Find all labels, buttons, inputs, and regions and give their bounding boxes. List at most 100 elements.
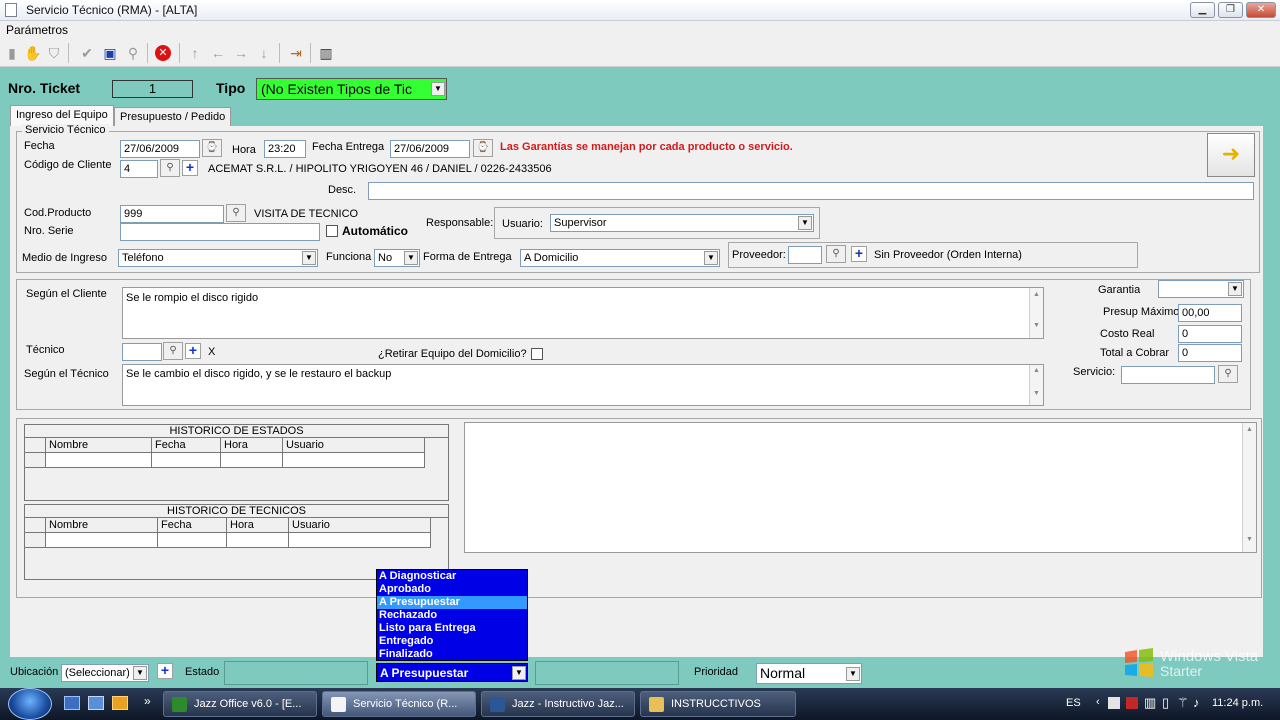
save-icon[interactable]: ▣: [101, 44, 119, 62]
wifi-icon[interactable]: ⚚: [1177, 695, 1189, 711]
search-icon[interactable]: ⚲: [826, 245, 846, 263]
shield-icon[interactable]: ⛉: [45, 44, 63, 62]
hora-field[interactable]: 23:20: [264, 140, 306, 158]
tipo-select[interactable]: (No Existen Tipos de Tic ▼: [256, 78, 447, 100]
usuario-select[interactable]: Supervisor ▼: [550, 214, 814, 232]
start-button[interactable]: [8, 688, 52, 720]
show-desktop-icon[interactable]: [64, 696, 80, 710]
clear-tecnico-button[interactable]: X: [208, 346, 215, 358]
search-icon[interactable]: ⚲: [160, 159, 180, 177]
dropdown-option[interactable]: Listo para Entrega: [377, 622, 527, 635]
calendar-icon[interactable]: ⌚: [202, 139, 222, 157]
desc-field[interactable]: [368, 182, 1254, 200]
fecha-entrega-field[interactable]: 27/06/2009: [390, 140, 470, 158]
search-icon[interactable]: ⚲: [163, 342, 183, 360]
ubicacion-select[interactable]: (Seleccionar) ▼: [61, 664, 149, 682]
arrow-down-icon[interactable]: ↓: [255, 44, 273, 62]
table-row[interactable]: [25, 453, 448, 468]
forma-entrega-select[interactable]: A Domicilio ▼: [520, 249, 720, 267]
chevron-right-icon[interactable]: »: [144, 694, 151, 708]
dropdown-option[interactable]: Rechazado: [377, 609, 527, 622]
arrow-left-icon[interactable]: ←: [209, 44, 227, 62]
battery-icon[interactable]: ▯: [1162, 695, 1169, 711]
segun-cliente-textarea[interactable]: Se le rompio el disco rigido ▲ ▼: [122, 287, 1044, 339]
scrollbar[interactable]: ▲ ▼: [1029, 288, 1043, 338]
taskbar-item-jazz-office[interactable]: Jazz Office v6.0 - [E...: [163, 691, 317, 717]
add-proveedor-button[interactable]: +: [851, 246, 867, 262]
table-row[interactable]: [25, 533, 448, 548]
media-player-icon[interactable]: [112, 696, 128, 710]
export-button[interactable]: ➜: [1207, 133, 1255, 177]
scrollbar[interactable]: ▲ ▼: [1029, 365, 1043, 405]
calendar-icon[interactable]: ⌚: [473, 139, 493, 157]
funciona-select[interactable]: No ▼: [374, 249, 420, 267]
chevron-down-icon[interactable]: ▼: [1228, 282, 1242, 296]
estado-dropdown-list[interactable]: A Diagnosticar Aprobado A Presupuestar R…: [376, 569, 528, 661]
search-icon[interactable]: ⚲: [124, 44, 142, 62]
minimize-button[interactable]: ▁: [1190, 2, 1215, 18]
new-icon[interactable]: ▮: [3, 44, 21, 62]
column-header[interactable]: Usuario: [289, 518, 431, 533]
fecha-field[interactable]: 27/06/2009: [120, 140, 200, 158]
automatico-checkbox[interactable]: [326, 225, 338, 237]
chevron-down-icon[interactable]: ▼: [846, 667, 860, 681]
medio-ingreso-select[interactable]: Teléfono ▼: [118, 249, 318, 267]
arrow-up-icon[interactable]: ↑: [186, 44, 204, 62]
column-header[interactable]: Hora: [221, 438, 283, 453]
codigo-cliente-field[interactable]: 4: [120, 160, 158, 178]
column-header[interactable]: Hora: [227, 518, 289, 533]
column-header[interactable]: Usuario: [283, 438, 425, 453]
scrollbar[interactable]: ▲ ▼: [1242, 423, 1256, 552]
garantia-select[interactable]: ▼: [1158, 280, 1244, 298]
proveedor-field[interactable]: [788, 246, 822, 264]
taskbar-item-instructivos[interactable]: INSTRUCCTIVOS: [640, 691, 796, 717]
switch-windows-icon[interactable]: [88, 696, 104, 710]
cancel-icon[interactable]: ✕: [155, 45, 171, 61]
volume-icon[interactable]: ♪: [1193, 695, 1200, 710]
hand-icon[interactable]: ✋: [24, 44, 42, 62]
arrow-right-icon[interactable]: →: [232, 44, 250, 62]
column-header[interactable]: Fecha: [152, 438, 221, 453]
dropdown-option[interactable]: Entregado: [377, 635, 527, 648]
column-header[interactable]: Fecha: [158, 518, 227, 533]
search-icon[interactable]: ⚲: [1218, 365, 1238, 383]
cod-producto-field[interactable]: 999: [120, 205, 224, 223]
tecnico-field[interactable]: [122, 343, 162, 361]
chevron-down-icon[interactable]: ▼: [133, 666, 147, 680]
dropdown-option[interactable]: A Diagnosticar: [377, 570, 527, 583]
notes-textarea[interactable]: ▲ ▼: [464, 422, 1257, 553]
tab-presupuesto-pedido[interactable]: Presupuesto / Pedido: [114, 107, 232, 127]
alert-icon[interactable]: [1126, 697, 1138, 709]
network-icon[interactable]: ▥: [1144, 695, 1156, 711]
exit-door-icon[interactable]: ⇥: [287, 44, 305, 62]
chevron-down-icon[interactable]: ▼: [512, 666, 526, 680]
total-cobrar-field[interactable]: 0: [1178, 344, 1242, 362]
costo-real-field[interactable]: 0: [1178, 325, 1242, 343]
servicio-field[interactable]: [1121, 366, 1215, 384]
dropdown-option[interactable]: Aprobado: [377, 583, 527, 596]
chevron-down-icon[interactable]: ▼: [302, 251, 316, 265]
column-header[interactable]: Nombre: [46, 518, 158, 533]
estado-select[interactable]: A Presupuestar ▼: [376, 663, 528, 682]
presup-max-field[interactable]: 00,00: [1178, 304, 1242, 322]
close-button[interactable]: ✕: [1246, 2, 1276, 18]
book-icon[interactable]: ▥: [317, 44, 335, 62]
dropdown-option-selected[interactable]: A Presupuestar: [377, 596, 527, 609]
chevron-down-icon[interactable]: ▼: [798, 216, 812, 230]
check-icon[interactable]: ✔: [78, 44, 96, 62]
search-icon[interactable]: ⚲: [226, 204, 246, 222]
nro-serie-field[interactable]: [120, 223, 320, 241]
menu-parametros[interactable]: Parámetros: [6, 23, 68, 37]
chevron-down-icon[interactable]: ▼: [404, 251, 418, 265]
prioridad-select[interactable]: Normal ▼: [756, 663, 862, 684]
chevron-left-icon[interactable]: ‹: [1096, 696, 1100, 708]
add-cliente-button[interactable]: +: [182, 160, 198, 176]
retirar-checkbox[interactable]: [531, 348, 543, 360]
security-icon[interactable]: [1108, 697, 1120, 709]
language-indicator[interactable]: ES: [1066, 697, 1081, 709]
chevron-down-icon[interactable]: ▼: [704, 251, 718, 265]
add-tecnico-button[interactable]: +: [185, 343, 201, 359]
add-ubicacion-button[interactable]: +: [157, 663, 173, 679]
segun-tecnico-textarea[interactable]: Se le cambio el disco rigido, y se le re…: [122, 364, 1044, 406]
chevron-down-icon[interactable]: ▼: [431, 82, 445, 96]
